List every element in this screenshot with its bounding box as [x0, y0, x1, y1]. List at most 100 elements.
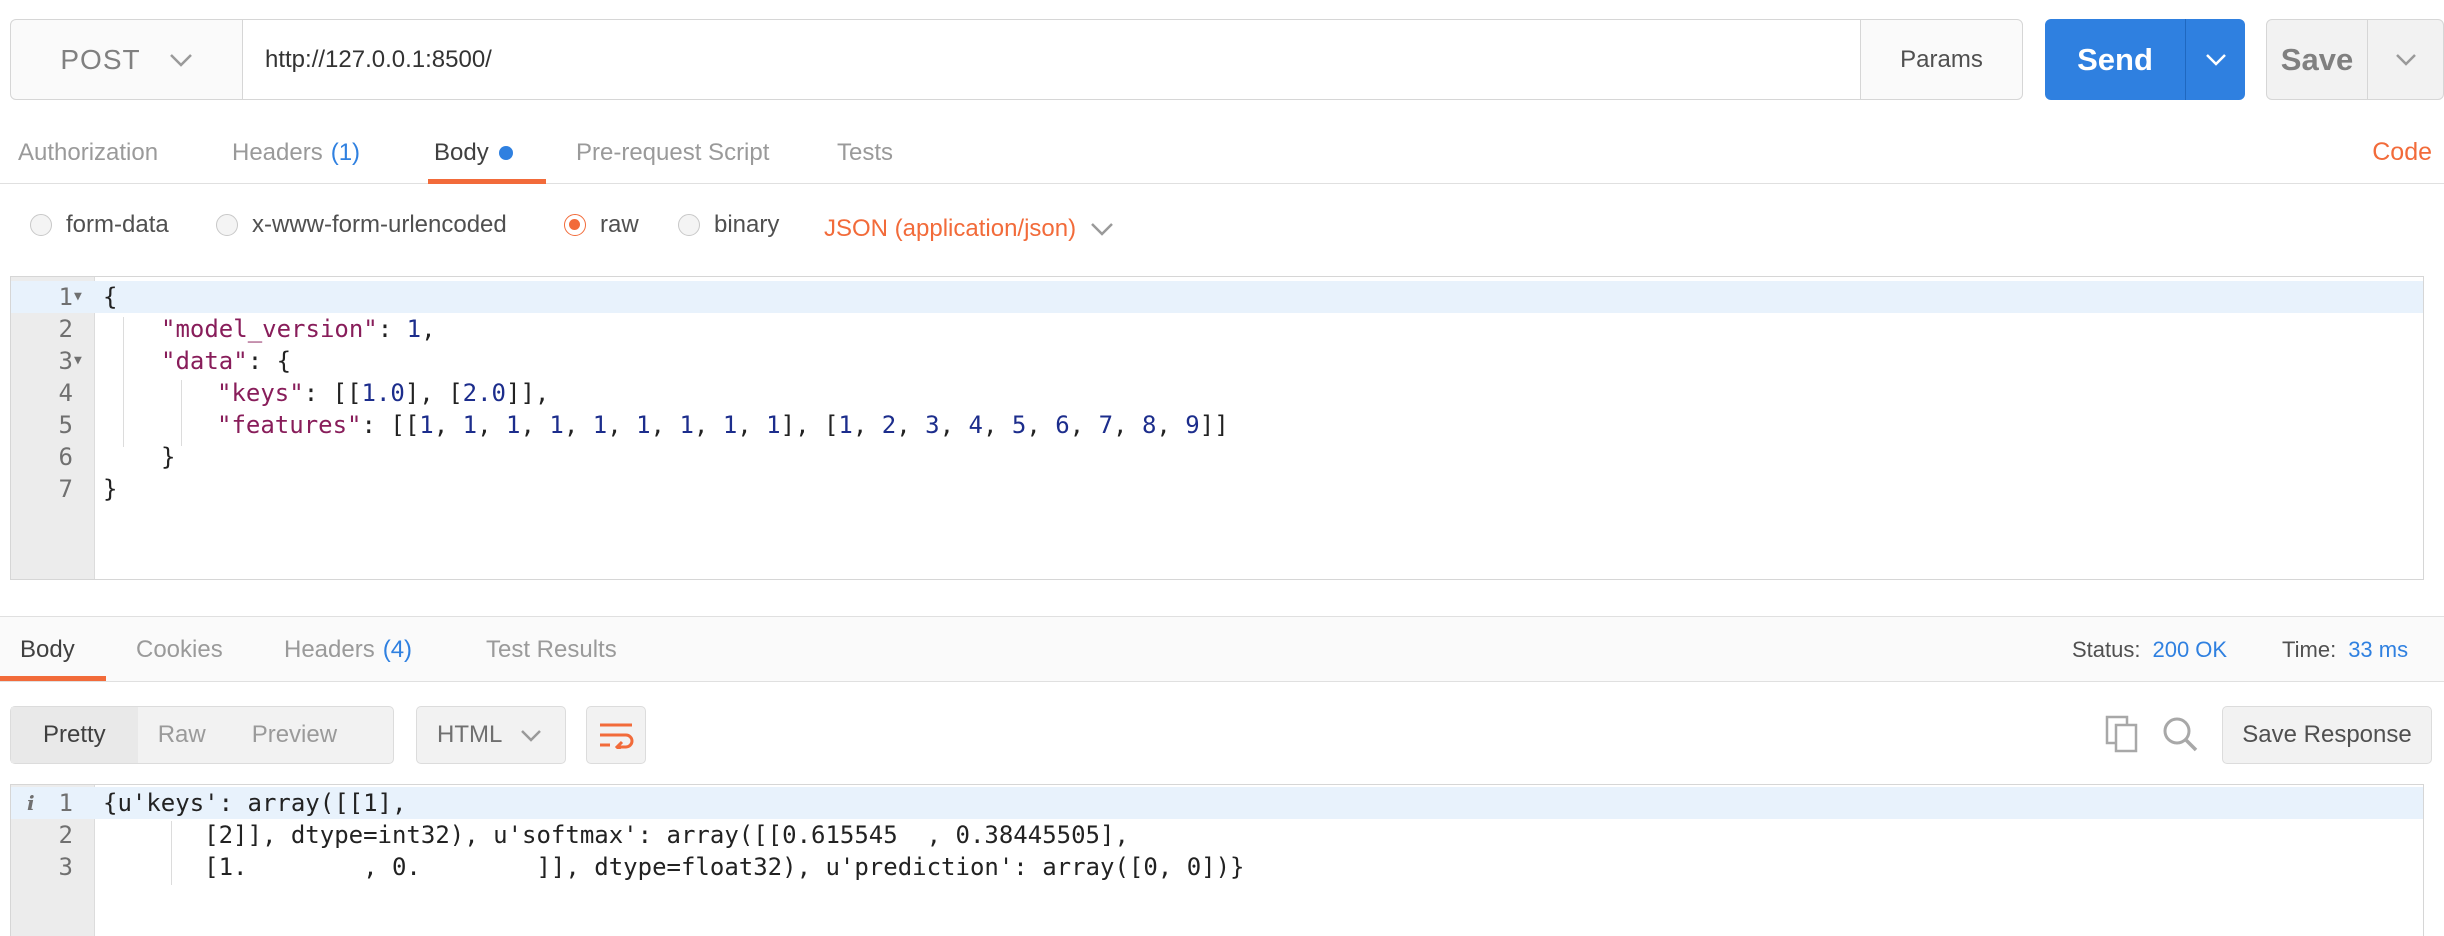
url-input[interactable]: http://127.0.0.1:8500/: [243, 20, 1860, 99]
line-number: 7: [58, 475, 73, 503]
save-options-button[interactable]: [2367, 20, 2443, 99]
code-text: "model_version": 1,: [161, 315, 436, 343]
line-number: 6: [58, 443, 73, 471]
number-literal: 5: [1011, 411, 1027, 439]
chevron-down-icon: [521, 729, 542, 742]
chevron-down-icon: [2395, 54, 2416, 66]
send-options-button[interactable]: [2185, 19, 2245, 100]
send-button-group: Send: [2045, 19, 2245, 100]
number-literal: 2: [881, 411, 897, 439]
format-select-inner: HTML: [417, 721, 562, 749]
option-form-data[interactable]: form-data: [30, 190, 169, 260]
number-literal: 1: [506, 411, 521, 439]
request-bar: POST http://127.0.0.1:8500/ Params: [10, 19, 2023, 100]
copy-icon: [2105, 715, 2138, 753]
view-pretty-button[interactable]: Pretty: [11, 707, 138, 763]
tab-headers-count: (1): [330, 139, 361, 166]
chevron-down-icon: [169, 53, 192, 67]
tab-headers[interactable]: Headers (1): [232, 122, 360, 184]
params-button[interactable]: Params: [1860, 20, 2022, 99]
save-button[interactable]: Save: [2267, 20, 2367, 99]
option-raw[interactable]: raw: [564, 190, 639, 260]
wrap-lines-button[interactable]: [586, 706, 646, 764]
option-urlencoded[interactable]: x-www-form-urlencoded: [216, 190, 507, 260]
code-text: }: [103, 475, 118, 503]
code-link[interactable]: Code: [2372, 138, 2432, 167]
line-number: 1: [58, 789, 73, 817]
fold-caret-icon[interactable]: ▼: [74, 345, 82, 377]
option-raw-label: raw: [600, 211, 639, 238]
line-number: 5: [58, 411, 73, 439]
tab-headers-label: Headers: [232, 139, 323, 166]
number-literal: 3: [925, 411, 940, 439]
response-body-viewer[interactable]: i 1 {u'keys': array([[1], 2 [2]], dtype=…: [10, 784, 2424, 936]
response-tab-test-results[interactable]: Test Results: [486, 617, 617, 683]
wrap-lines-icon: [600, 723, 634, 749]
line-number: 4: [58, 379, 73, 407]
code-line: 2 [2]], dtype=int32), u'softmax': array(…: [11, 819, 2423, 851]
code-line: 1 ▼ {: [11, 281, 2423, 313]
fold-caret-icon[interactable]: ▼: [74, 281, 82, 313]
code-line: 7 }: [11, 473, 2423, 505]
tab-authorization[interactable]: Authorization: [18, 122, 158, 184]
features-row-1: 1, 1, 1, 1, 1, 1, 1, 1, 1: [419, 411, 781, 439]
radio-icon[interactable]: [216, 214, 238, 236]
number-literal: 6: [1055, 411, 1070, 439]
content-type-select[interactable]: JSON (application/json): [824, 194, 1114, 264]
tab-prerequest-script[interactable]: Pre-request Script: [576, 122, 769, 184]
number-literal: 1: [722, 411, 738, 439]
radio-selected-icon[interactable]: [564, 214, 586, 236]
copy-button[interactable]: [2100, 712, 2144, 756]
time-value: 33 ms: [2348, 637, 2409, 662]
code-text: {: [103, 283, 118, 311]
line-number: 2: [58, 315, 73, 343]
code-text: {u'keys': array([[1],: [103, 789, 407, 817]
number-literal: 1: [838, 411, 853, 439]
active-response-tab-indicator: [0, 676, 106, 681]
number-literal: 1: [462, 411, 478, 439]
save-response-button[interactable]: Save Response: [2222, 706, 2432, 764]
response-status: Status: 200 OK: [2072, 617, 2227, 683]
response-tab-headers-label: Headers: [284, 636, 375, 663]
search-icon: [2163, 717, 2198, 752]
request-body-editor[interactable]: 1 ▼ { 2 "model_version": 1, 3 ▼ "data": …: [10, 276, 2424, 580]
status-label: Status:: [2072, 637, 2141, 662]
number-literal: 8: [1141, 411, 1157, 439]
method-select[interactable]: POST: [11, 20, 243, 99]
code-line: i 1 {u'keys': array([[1],: [11, 787, 2423, 819]
format-label: HTML: [437, 721, 503, 748]
tab-tests[interactable]: Tests: [837, 122, 893, 184]
time-label: Time:: [2282, 637, 2337, 662]
number-literal: 1: [679, 411, 694, 439]
radio-icon[interactable]: [30, 214, 52, 236]
number-literal: 4: [968, 411, 983, 439]
view-preview-button[interactable]: Preview: [226, 707, 353, 763]
number-literal: 1: [636, 411, 651, 439]
tab-body-label: Body: [434, 139, 489, 166]
chevron-down-icon: [1091, 223, 1113, 236]
code-line: 6 }: [11, 441, 2423, 473]
option-urlencoded-label: x-www-form-urlencoded: [252, 211, 507, 238]
number-literal: 1: [419, 411, 434, 439]
code-line: 3 [1. , 0. ]], dtype=float32), u'predict…: [11, 851, 2423, 883]
code-text: [2]], dtype=int32), u'softmax': array([[…: [103, 821, 1129, 849]
radio-icon[interactable]: [678, 214, 700, 236]
chevron-down-icon: [2205, 54, 2226, 66]
method-label: POST: [60, 43, 141, 75]
response-tab-cookies[interactable]: Cookies: [136, 617, 223, 683]
line-number: 2: [58, 821, 73, 849]
tab-body[interactable]: Body: [434, 122, 513, 184]
response-tab-headers[interactable]: Headers (4): [284, 617, 412, 683]
response-format-select[interactable]: HTML: [416, 706, 566, 764]
body-type-options: form-data x-www-form-urlencoded raw bina…: [0, 190, 2444, 260]
option-binary[interactable]: binary: [678, 190, 779, 260]
response-tab-body[interactable]: Body: [20, 617, 75, 683]
number-literal: 1: [549, 411, 564, 439]
view-raw-button[interactable]: Raw: [138, 707, 226, 763]
option-form-data-label: form-data: [66, 211, 169, 238]
search-button[interactable]: [2158, 712, 2202, 756]
code-text: }: [161, 443, 176, 471]
response-view-toggle: Pretty Raw Preview: [10, 706, 394, 764]
send-button[interactable]: Send: [2045, 19, 2185, 100]
number-literal: 9: [1185, 411, 1200, 439]
